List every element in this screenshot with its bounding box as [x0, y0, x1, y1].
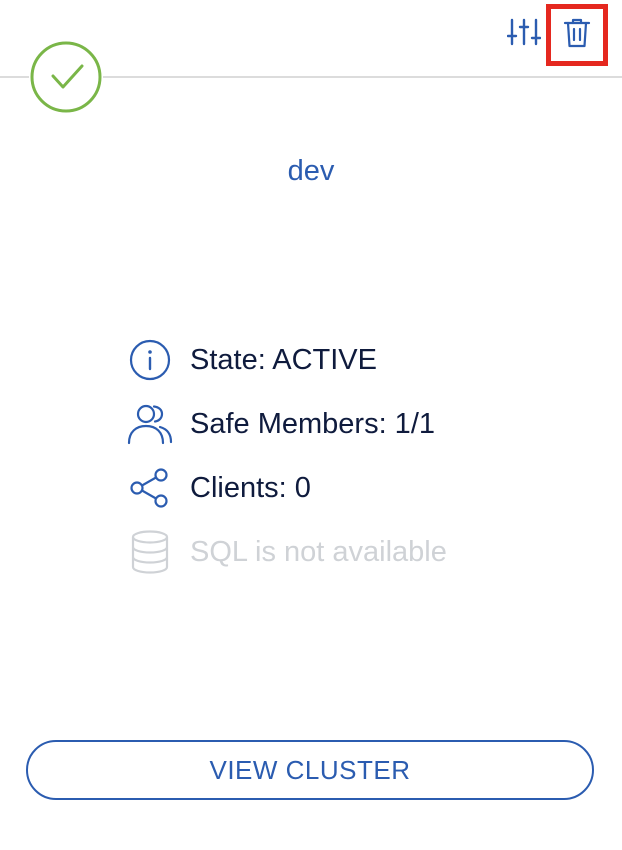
members-label: Safe Members: 1/1: [190, 407, 435, 440]
settings-button[interactable]: [504, 14, 544, 54]
sql-row: SQL is not available: [126, 528, 447, 576]
clients-row: Clients: 0: [126, 464, 311, 512]
view-cluster-button[interactable]: VIEW CLUSTER: [26, 740, 594, 800]
users-icon: [126, 400, 174, 448]
sliders-icon: [506, 16, 542, 53]
state-row: State: ACTIVE: [126, 336, 377, 384]
cluster-card: dev State: ACTIVE Safe Members: 1/1 Clie…: [0, 0, 622, 850]
info-icon: [126, 336, 174, 384]
database-icon: [126, 528, 174, 576]
clients-label: Clients: 0: [190, 471, 311, 504]
trash-icon: [563, 17, 591, 54]
members-row: Safe Members: 1/1: [126, 400, 435, 448]
sql-label: SQL is not available: [190, 535, 447, 568]
delete-button[interactable]: [546, 4, 608, 66]
state-label: State: ACTIVE: [190, 343, 377, 376]
cluster-name: dev: [287, 155, 335, 187]
share-icon: [126, 464, 174, 512]
check-circle-icon: [29, 40, 103, 114]
